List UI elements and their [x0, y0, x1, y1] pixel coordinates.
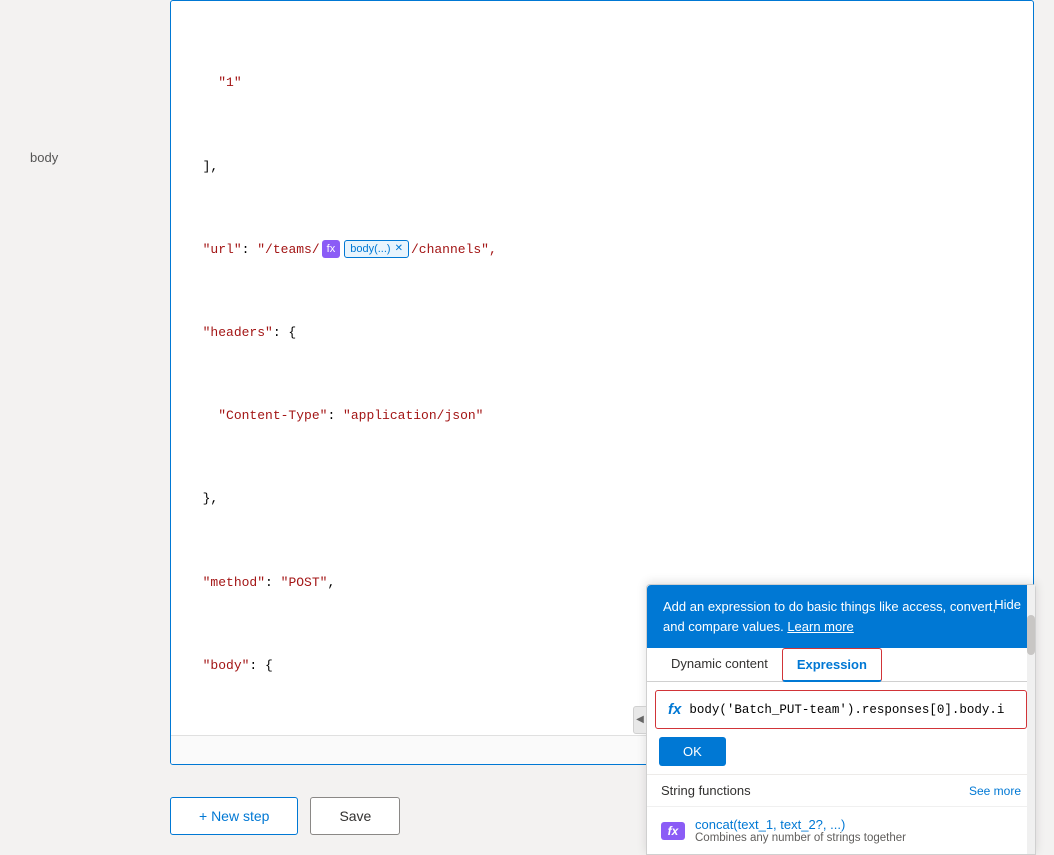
tab-dynamic-content[interactable]: Dynamic content: [657, 648, 782, 682]
code-line: "Content-Type": "application/json": [187, 406, 1017, 427]
scroll-thumb[interactable]: [1027, 615, 1035, 655]
expression-input-row[interactable]: fx body('Batch_PUT-team').responses[0].b…: [655, 690, 1027, 729]
code-line: },: [187, 489, 1017, 510]
panel-header: Add an expression to do basic things lik…: [647, 585, 1035, 648]
expression-input[interactable]: body('Batch_PUT-team').responses[0].body…: [689, 703, 1014, 717]
hide-button[interactable]: Hide: [994, 597, 1021, 612]
panel-header-text: Add an expression to do basic things lik…: [663, 597, 1019, 636]
panel-tabs: Dynamic content Expression: [647, 648, 1035, 682]
string-functions-section-header: String functions See more: [647, 774, 1035, 806]
ok-button[interactable]: OK: [659, 737, 726, 766]
section-title: String functions: [661, 783, 751, 798]
code-line: "headers": {: [187, 323, 1017, 344]
body-token-chip[interactable]: body(...)✕: [344, 240, 409, 258]
learn-more-link[interactable]: Learn more: [787, 619, 853, 634]
tab-expression[interactable]: Expression: [782, 648, 882, 682]
function-item-concat[interactable]: fx concat(text_1, text_2?, ...) Combines…: [647, 806, 1035, 854]
func-name: concat(text_1, text_2?, ...): [695, 817, 906, 832]
fx-icon: fx: [668, 701, 681, 718]
scroll-track: [1027, 585, 1035, 854]
see-more-button[interactable]: See more: [969, 784, 1021, 798]
main-canvas: body "1" ], "url": "/teams/fxbody(...)✕/…: [0, 0, 1054, 855]
fx-token-chip[interactable]: fx: [322, 240, 341, 258]
body-chip-close[interactable]: ✕: [395, 241, 403, 257]
save-button[interactable]: Save: [310, 797, 400, 835]
code-line: "url": "/teams/fxbody(...)✕/channels",: [187, 240, 1017, 261]
code-line: ],: [187, 157, 1017, 178]
func-info: concat(text_1, text_2?, ...) Combines an…: [695, 817, 906, 844]
func-fx-icon: fx: [661, 822, 685, 840]
body-label: body: [30, 150, 58, 165]
func-description: Combines any number of strings together: [695, 832, 906, 844]
new-step-button[interactable]: + New step: [170, 797, 298, 835]
code-line: "1": [187, 73, 1017, 94]
bottom-actions: + New step Save: [170, 797, 400, 835]
expression-panel: ◀ Add an expression to do basic things l…: [646, 584, 1036, 855]
collapse-arrow[interactable]: ◀: [633, 706, 647, 734]
